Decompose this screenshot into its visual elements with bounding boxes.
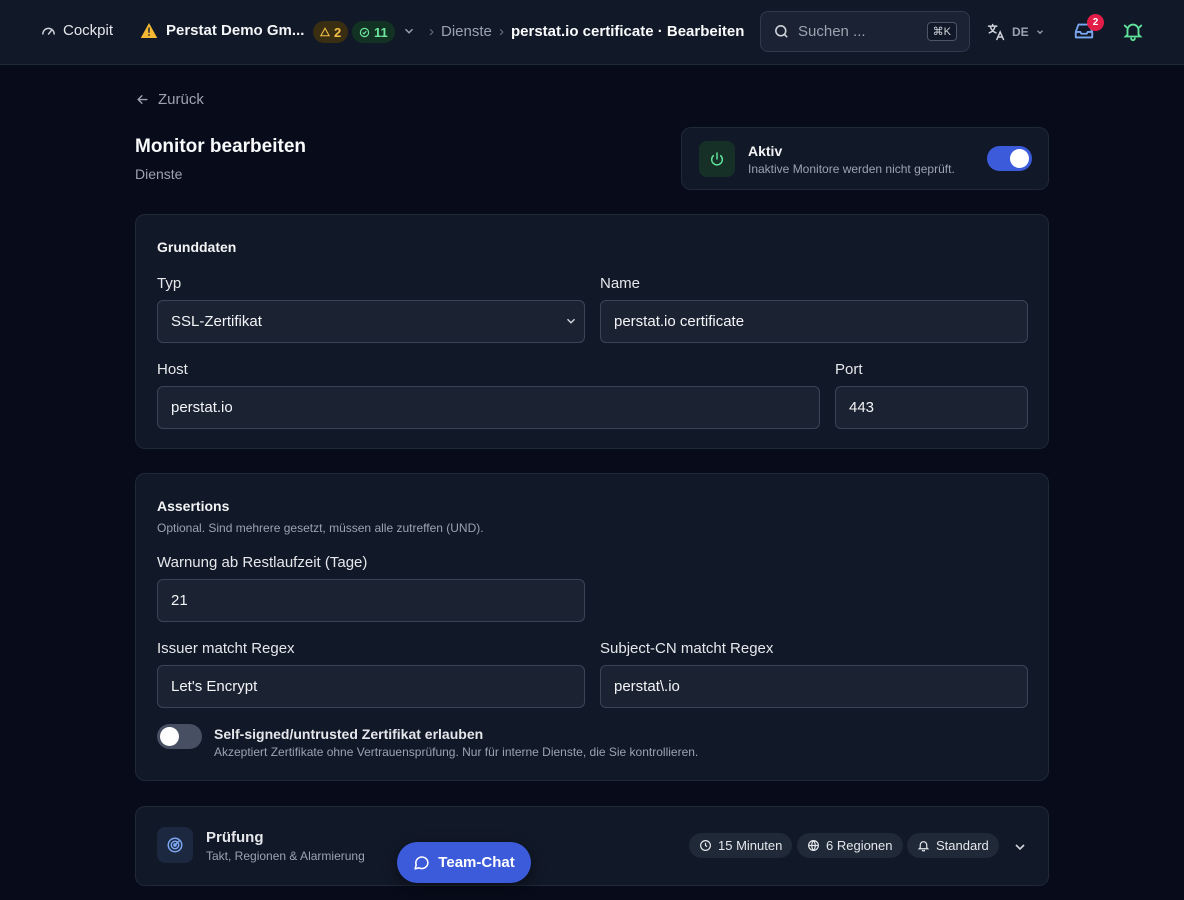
check-circle-icon xyxy=(359,27,370,37)
warn-days-input[interactable]: 21 xyxy=(157,579,585,622)
check-card[interactable]: Prüfung Takt, Regionen & Alarmierung 15 … xyxy=(135,806,1049,886)
clock-icon xyxy=(700,840,711,851)
team-chat-label: Team-Chat xyxy=(438,854,515,871)
type-value: SSL-Zertifikat xyxy=(171,313,262,330)
team-chat-button[interactable]: Team-Chat xyxy=(397,842,531,883)
back-link[interactable]: Zurück xyxy=(135,91,204,108)
regions-value: 6 Regionen xyxy=(826,838,893,853)
org-dropdown-toggle[interactable] xyxy=(402,24,416,38)
subject-value: perstat\.io xyxy=(614,678,680,695)
interval-chip: 15 Minuten xyxy=(689,833,793,858)
cockpit-link[interactable]: Cockpit xyxy=(40,22,113,39)
host-input[interactable]: perstat.io xyxy=(157,386,820,429)
interval-value: 15 Minuten xyxy=(718,838,783,853)
subject-regex-input[interactable]: perstat\.io xyxy=(600,665,1028,708)
radar-icon-box xyxy=(157,827,193,863)
translate-icon xyxy=(987,23,1005,41)
basics-card: Grunddaten Typ SSL-Zertifikat Name perst… xyxy=(135,214,1049,449)
alerting-chip: Standard xyxy=(907,833,999,858)
self-signed-hint: Akzeptiert Zertifikate ohne Vertrauenspr… xyxy=(214,745,699,759)
subject-label: Subject-CN matcht Regex xyxy=(600,640,774,657)
active-card: Aktiv Inaktive Monitore werden nicht gep… xyxy=(681,127,1049,190)
check-subtitle: Takt, Regionen & Alarmierung xyxy=(206,849,365,863)
issuer-regex-input[interactable]: Let's Encrypt xyxy=(157,665,585,708)
page-title: Monitor bearbeiten xyxy=(135,136,307,157)
arrow-left-icon xyxy=(137,95,148,104)
globe-icon xyxy=(808,840,819,851)
check-title: Prüfung xyxy=(206,829,264,846)
name-input[interactable]: perstat.io certificate xyxy=(600,300,1028,343)
power-icon-box xyxy=(699,141,735,177)
bell-ringing-icon xyxy=(1123,23,1143,42)
inbox-button[interactable]: 2 xyxy=(1073,14,1104,42)
chevron-down-icon[interactable] xyxy=(1012,839,1028,855)
assertions-title: Assertions xyxy=(157,498,230,514)
search-input[interactable]: Suchen ... ⌘K xyxy=(760,11,970,52)
breadcrumb-dienste[interactable]: Dienste xyxy=(441,23,492,40)
chevron-down-icon xyxy=(1036,30,1043,35)
port-input[interactable]: 443 xyxy=(835,386,1028,429)
breadcrumb-separator: › xyxy=(499,23,504,40)
org-switcher[interactable]: Perstat Demo Gm... xyxy=(140,22,304,39)
warning-count: 2 xyxy=(334,24,342,40)
self-signed-toggle[interactable] xyxy=(157,724,202,749)
self-signed-label: Self-signed/untrusted Zertifikat erlaube… xyxy=(214,726,484,742)
alerts-button[interactable] xyxy=(1122,20,1144,42)
active-toggle[interactable] xyxy=(987,146,1032,171)
back-label: Zurück xyxy=(158,91,204,108)
issuer-value: Let's Encrypt xyxy=(171,678,258,695)
type-label: Typ xyxy=(157,275,182,292)
power-icon xyxy=(710,152,724,166)
page-subtitle: Dienste xyxy=(135,166,183,182)
warning-icon xyxy=(140,23,158,38)
basics-title: Grunddaten xyxy=(157,239,237,255)
breadcrumb-current: perstat.io certificate · Bearbeiten xyxy=(511,23,745,40)
search-placeholder: Suchen ... xyxy=(798,23,866,40)
port-value: 443 xyxy=(849,399,875,416)
name-value: perstat.io certificate xyxy=(614,313,745,330)
regions-chip: 6 Regionen xyxy=(797,833,903,858)
warning-count-badge[interactable]: 2 xyxy=(313,21,349,43)
chevron-down-icon xyxy=(404,28,414,34)
chat-bubble-icon xyxy=(414,856,429,870)
issuer-label: Issuer matcht Regex xyxy=(157,640,295,657)
host-label: Host xyxy=(157,361,188,378)
bell-icon xyxy=(917,841,930,852)
breadcrumb-separator: › xyxy=(429,23,434,40)
active-title: Aktiv xyxy=(748,143,783,159)
alerting-value: Standard xyxy=(936,838,989,853)
name-label: Name xyxy=(600,275,641,292)
cockpit-label: Cockpit xyxy=(63,22,114,39)
search-shortcut: ⌘K xyxy=(926,22,957,41)
assertions-card: Assertions Optional. Sind mehrere gesetz… xyxy=(135,473,1049,781)
toggle-knob xyxy=(1010,149,1029,168)
host-value: perstat.io xyxy=(171,399,233,416)
type-select[interactable]: SSL-Zertifikat xyxy=(157,300,585,343)
radar-icon xyxy=(167,837,183,853)
warn-days-value: 21 xyxy=(171,592,188,609)
chevron-down-icon xyxy=(566,318,576,324)
search-icon xyxy=(775,25,788,38)
warning-small-icon xyxy=(320,27,330,37)
warn-days-label: Warnung ab Restlaufzeit (Tage) xyxy=(157,554,368,571)
language-code: DE xyxy=(1012,25,1029,39)
assertions-hint: Optional. Sind mehrere gesetzt, müssen a… xyxy=(157,521,484,535)
ok-count-badge[interactable]: 11 xyxy=(352,21,395,43)
port-label: Port xyxy=(835,361,863,378)
active-description: Inaktive Monitore werden nicht geprüft. xyxy=(748,162,955,176)
language-switcher[interactable]: DE xyxy=(986,22,1045,42)
gauge-icon xyxy=(42,27,55,35)
inbox-badge: 2 xyxy=(1087,14,1104,31)
toggle-knob xyxy=(160,727,179,746)
ok-count: 11 xyxy=(374,24,388,40)
top-bar: Cockpit Perstat Demo Gm... 2 11 › Dienst… xyxy=(0,0,1184,65)
org-name: Perstat Demo Gm... xyxy=(166,22,305,39)
